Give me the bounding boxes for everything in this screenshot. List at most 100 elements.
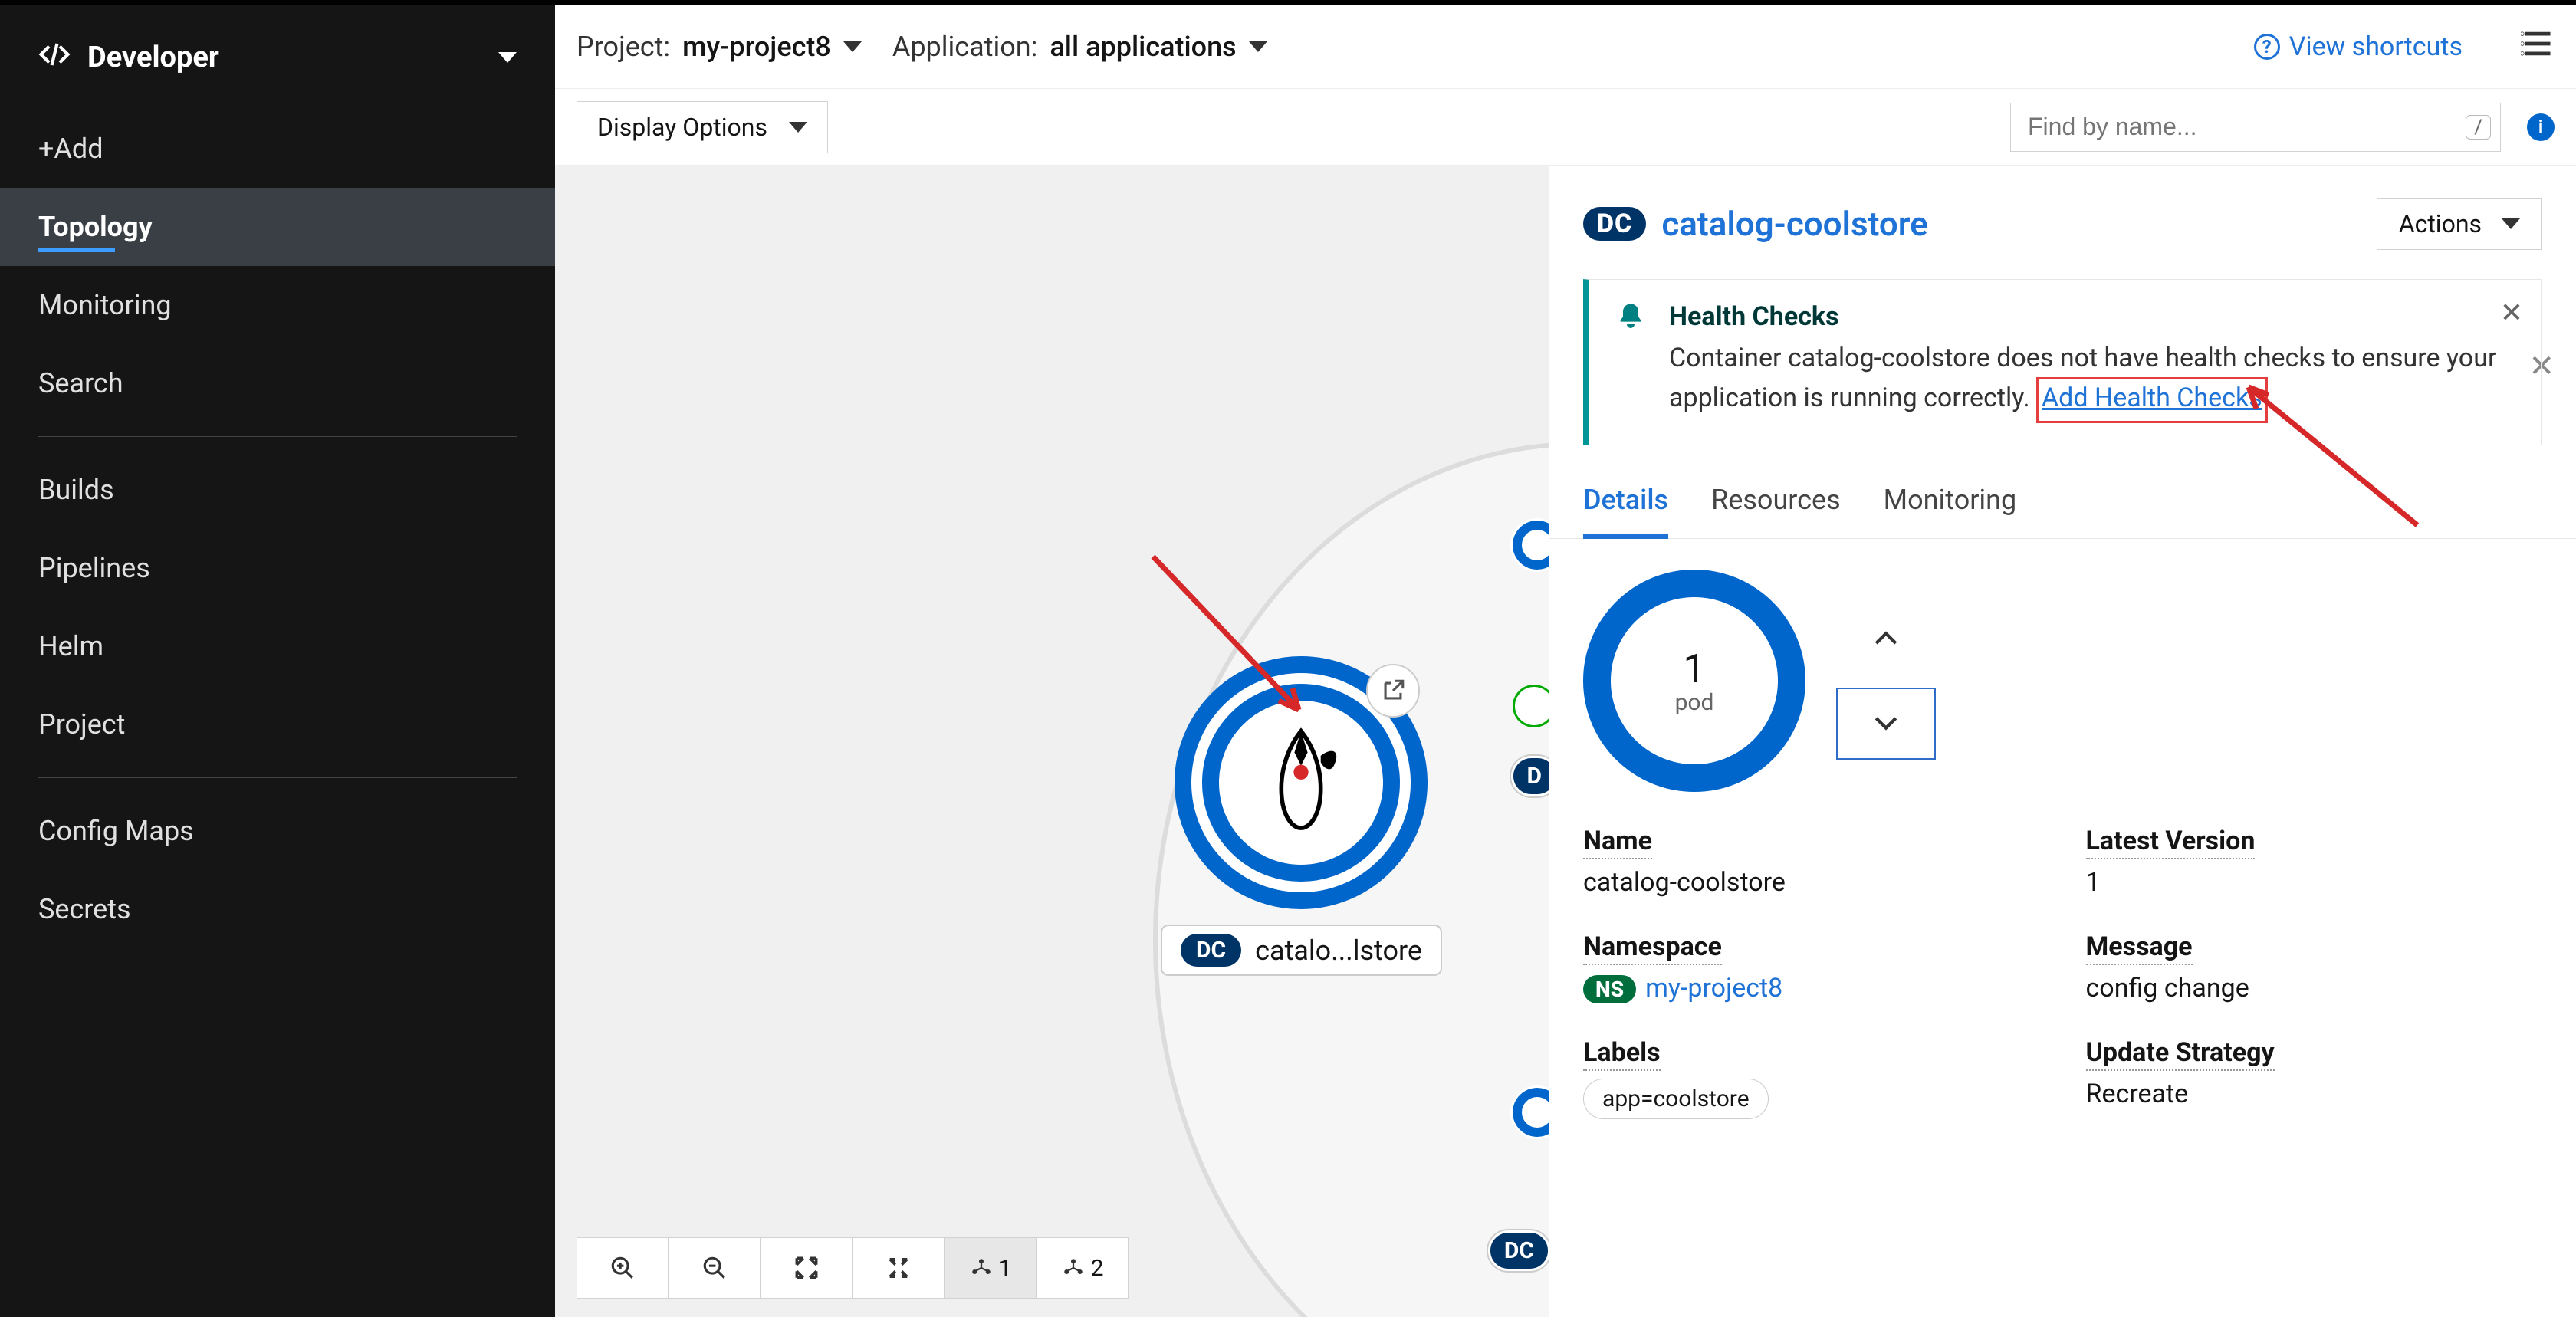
field-name: Name catalog-coolstore — [1583, 826, 2040, 898]
sidebar-item-secrets[interactable]: Secrets — [0, 870, 555, 948]
field-value: catalog-coolstore — [1583, 867, 2040, 898]
perspective-switcher[interactable]: Developer — [0, 5, 555, 110]
namespace-link[interactable]: my-project8 — [1645, 973, 1783, 1003]
scale-up-button[interactable] — [1836, 602, 1936, 674]
pod-ring[interactable]: 1 pod — [1583, 570, 1806, 792]
perspective-label: Developer — [87, 41, 219, 74]
code-icon — [38, 38, 71, 76]
details-grid: Name catalog-coolstore Latest Version 1 … — [1583, 826, 2542, 1119]
details-pane: 1 pod — [1549, 539, 2576, 1317]
field-value: app=coolstore — [1583, 1079, 2040, 1119]
scale-down-button[interactable] — [1836, 688, 1936, 760]
sidebar-separator — [38, 777, 517, 778]
alert-body: Container catalog-coolstore does not hav… — [1669, 340, 2515, 423]
kbd-hint: / — [2466, 115, 2491, 140]
layout-1-label: 1 — [999, 1255, 1012, 1282]
chevron-down-icon — [2502, 218, 2520, 229]
dc-badge: D — [1511, 756, 1549, 796]
tab-resources[interactable]: Resources — [1711, 468, 1841, 538]
field-key: Labels — [1583, 1037, 1661, 1071]
question-circle-icon: ? — [2254, 34, 2280, 60]
secondary-toolbar: Display Options / i — [555, 89, 2576, 166]
field-message: Message config change — [2086, 931, 2543, 1003]
field-value: Recreate — [2086, 1079, 2543, 1109]
layout-2-label: 2 — [1091, 1255, 1104, 1282]
search-input[interactable] — [2026, 112, 2466, 142]
sidebar-item-config-maps[interactable]: Config Maps — [0, 792, 555, 870]
node-name: catalo...lstore — [1255, 934, 1422, 967]
list-view-icon[interactable] — [2521, 27, 2555, 66]
layout-2-button[interactable]: 2 — [1037, 1237, 1129, 1299]
field-labels: Labels app=coolstore — [1583, 1037, 2040, 1119]
topology-canvas[interactable]: D DC DC cata — [555, 166, 1549, 1317]
main: Project: my-project8 Application: all ap… — [555, 5, 2576, 1317]
zoom-out-button[interactable] — [669, 1237, 761, 1299]
sidebar-item-search[interactable]: Search — [0, 344, 555, 422]
sidebar-item-add[interactable]: +Add — [0, 110, 555, 188]
sidebar-item-helm[interactable]: Helm — [0, 607, 555, 685]
application-selector[interactable]: Application: all applications — [892, 31, 1267, 63]
scale-controls — [1836, 602, 1936, 760]
pod-label: pod — [1675, 689, 1714, 716]
close-alert-button[interactable]: ✕ — [2500, 297, 2523, 329]
chevron-down-icon — [843, 41, 862, 52]
sidebar-separator — [38, 436, 517, 437]
info-icon[interactable]: i — [2527, 113, 2555, 141]
field-key: Namespace — [1583, 931, 1722, 965]
dc-badge: DC — [1583, 207, 1646, 241]
application-value: all applications — [1050, 31, 1236, 63]
topology-node[interactable]: DC catalo...lstore — [1161, 656, 1442, 976]
chevron-down-icon — [498, 52, 517, 63]
panel-tabs: Details Resources Monitoring — [1549, 468, 2576, 539]
tab-monitoring[interactable]: Monitoring — [1884, 468, 2017, 538]
alert-title: Health Checks — [1669, 301, 2515, 332]
reset-view-button[interactable] — [853, 1237, 945, 1299]
workspace: D DC DC cata — [555, 166, 2576, 1317]
actions-dropdown[interactable]: Actions — [2377, 198, 2542, 250]
field-namespace: Namespace NS my-project8 — [1583, 931, 2040, 1003]
sidebar-item-monitoring[interactable]: Monitoring — [0, 266, 555, 344]
sidebar: Developer +Add Topology Monitoring Searc… — [0, 5, 555, 1317]
field-key: Message — [2086, 931, 2193, 965]
sidebar-item-pipelines[interactable]: Pipelines — [0, 529, 555, 607]
field-key: Update Strategy — [2086, 1037, 2275, 1071]
health-checks-alert: Health Checks Container catalog-coolstor… — [1583, 279, 2542, 445]
view-shortcuts-link[interactable]: ? View shortcuts — [2254, 31, 2463, 62]
project-selector[interactable]: Project: my-project8 — [577, 31, 862, 63]
ns-badge: NS — [1583, 975, 1636, 1003]
node-inner-ring — [1202, 684, 1400, 882]
field-key: Name — [1583, 826, 1652, 859]
dc-badge: DC — [1488, 1230, 1549, 1271]
zoom-in-button[interactable] — [577, 1237, 669, 1299]
sidebar-item-project[interactable]: Project — [0, 685, 555, 764]
field-value: NS my-project8 — [1583, 973, 2040, 1003]
display-options-label: Display Options — [597, 113, 767, 142]
add-health-checks-link[interactable]: Add Health Checks — [2042, 383, 2262, 413]
project-value: my-project8 — [682, 31, 831, 63]
label-chip[interactable]: app=coolstore — [1583, 1079, 1769, 1119]
panel-title[interactable]: catalog-coolstore — [1661, 204, 1928, 244]
pod-count: 1 — [1683, 645, 1705, 692]
display-options-dropdown[interactable]: Display Options — [577, 101, 828, 153]
field-key: Latest Version — [2086, 826, 2256, 859]
sidebar-item-topology[interactable]: Topology — [0, 188, 555, 266]
tab-details[interactable]: Details — [1583, 468, 1668, 539]
panel-header: DC catalog-coolstore Actions — [1549, 166, 2576, 265]
topbar: Project: my-project8 Application: all ap… — [555, 5, 2576, 89]
layout-1-button[interactable]: 1 — [945, 1237, 1037, 1299]
pod-ring-row: 1 pod — [1583, 570, 2542, 792]
chevron-down-icon — [789, 122, 807, 133]
project-label: Project: — [577, 31, 670, 63]
open-url-button[interactable] — [1366, 664, 1420, 718]
shortcuts-label: View shortcuts — [2289, 31, 2463, 62]
node-circle[interactable] — [1175, 656, 1428, 909]
find-by-name-field[interactable]: / — [2010, 103, 2501, 152]
node-label[interactable]: DC catalo...lstore — [1161, 925, 1442, 976]
chevron-down-icon — [1249, 41, 1267, 52]
field-value: 1 — [2086, 867, 2543, 898]
field-update-strategy: Update Strategy Recreate — [2086, 1037, 2543, 1119]
fit-to-screen-button[interactable] — [761, 1237, 853, 1299]
field-latest-version: Latest Version 1 — [2086, 826, 2543, 898]
side-panel: ✕ DC catalog-coolstore Actions Health Ch… — [1549, 166, 2576, 1317]
sidebar-item-builds[interactable]: Builds — [0, 451, 555, 529]
